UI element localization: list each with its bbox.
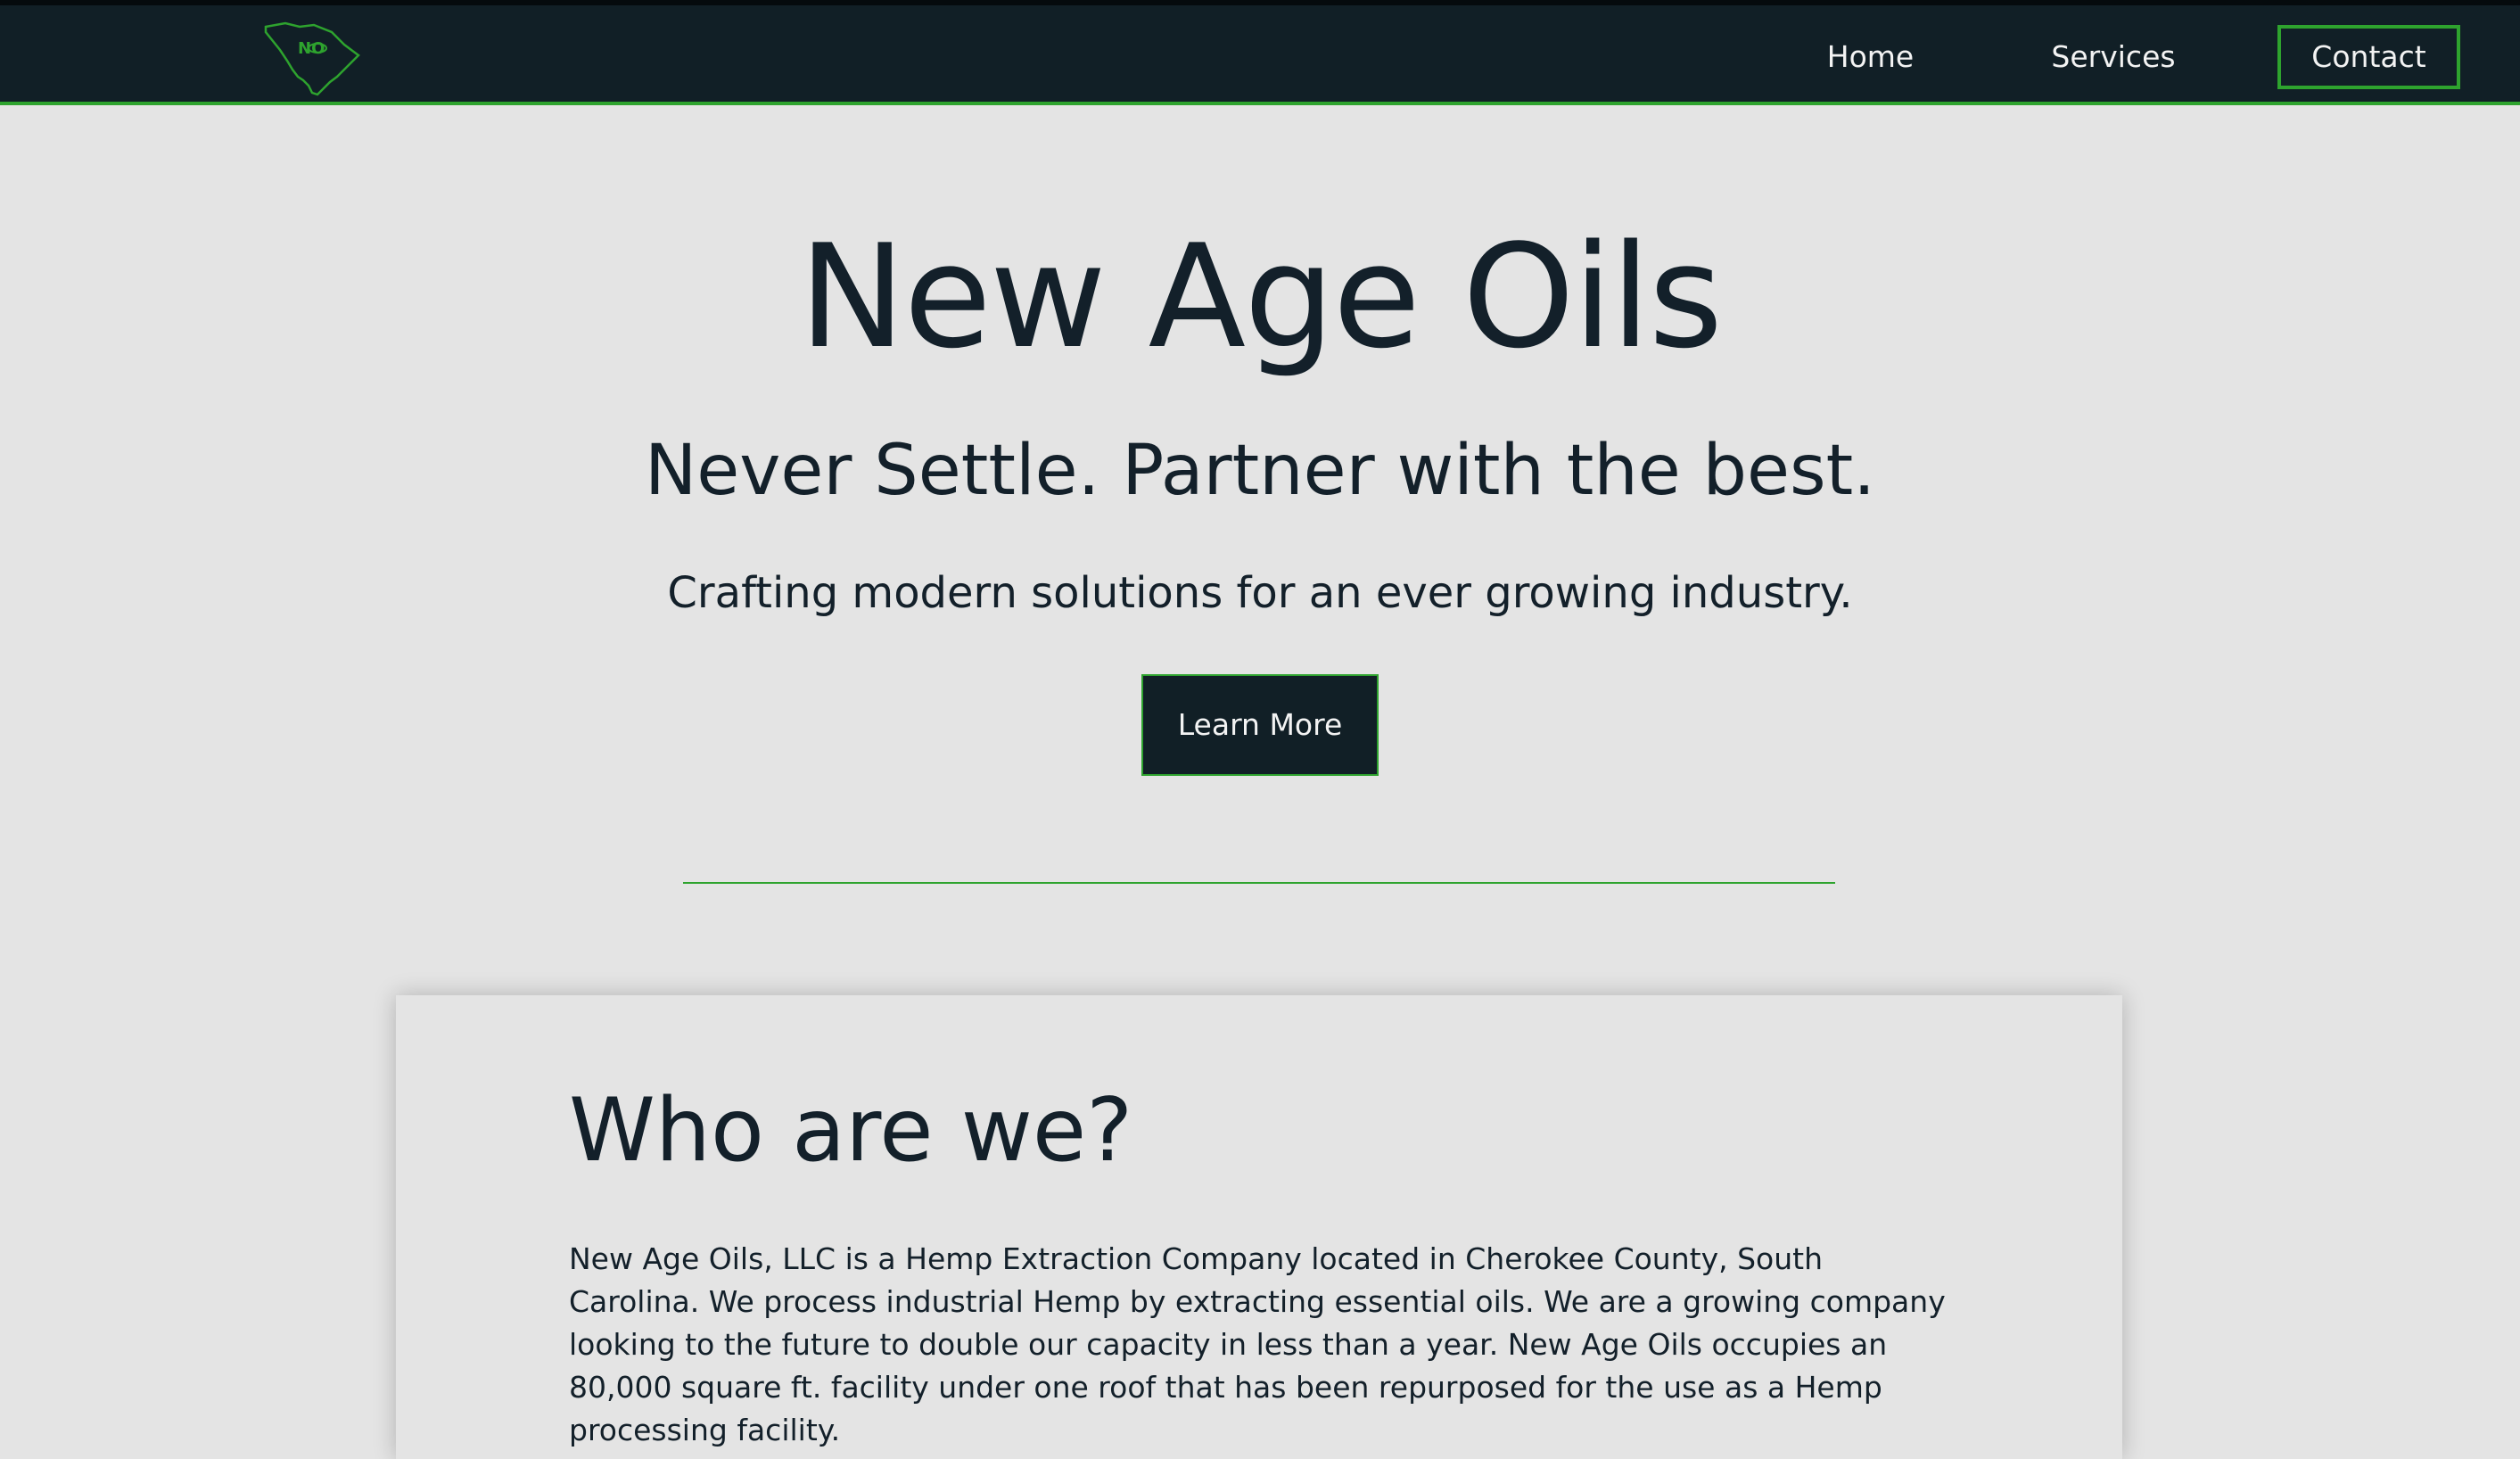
hero-tagline: Never Settle. Partner with the best. (644, 431, 1876, 511)
svg-text:NO: NO (298, 39, 325, 58)
about-title: Who are we? (569, 1080, 1133, 1182)
south-carolina-logo-icon[interactable]: NO (259, 14, 366, 100)
nav-contact-button[interactable]: Contact (2277, 25, 2460, 89)
about-card: Who are we? New Age Oils, LLC is a Hemp … (396, 995, 2122, 1459)
hero-title: New Age Oils (798, 213, 1723, 380)
nav-services-link[interactable]: Services (2033, 25, 2194, 89)
hero-subtitle: Crafting modern solutions for an ever gr… (667, 568, 1853, 618)
nav-home-link[interactable]: Home (1792, 25, 1948, 89)
about-description: New Age Oils, LLC is a Hemp Extraction C… (569, 1241, 1946, 1447)
learn-more-button[interactable]: Learn More (1141, 674, 1379, 776)
top-navbar: NO Home Services Contact (0, 0, 2520, 105)
section-divider (683, 882, 1835, 884)
